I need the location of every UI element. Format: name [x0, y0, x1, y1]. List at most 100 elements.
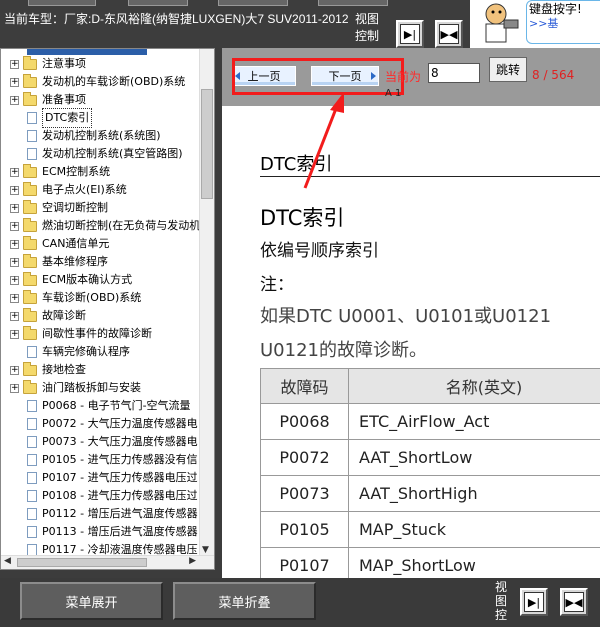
- tree-folder-item[interactable]: + ECM版本确认方式: [1, 271, 199, 289]
- dtc-name-cell: MAP_ShortLow: [348, 547, 600, 578]
- table-row: P0068 ETC_AirFlow_Act: [260, 403, 600, 440]
- tree-item-label: 车载诊断(OBD)系统: [42, 291, 142, 304]
- scroll-right-icon[interactable]: ▶: [189, 556, 196, 566]
- menu-expand-button[interactable]: 菜单展开: [20, 582, 163, 620]
- expand-plus-icon[interactable]: +: [10, 95, 19, 105]
- page-icon: [27, 508, 37, 520]
- tree-folder-item[interactable]: + 准备事项: [1, 91, 199, 109]
- tree-item-label: DTC索引: [42, 108, 93, 128]
- page-icon: [27, 130, 37, 142]
- page-icon: [27, 418, 37, 430]
- folder-icon: [23, 199, 37, 214]
- tree-page-item[interactable]: 车辆完修确认程序: [1, 343, 199, 361]
- tree-item-label: P0108 - 进气压力传感器电压过: [42, 489, 198, 502]
- view-next-button[interactable]: ▶|: [520, 588, 548, 616]
- top-tab-strip: [0, 0, 470, 6]
- tree-folder-item[interactable]: + 车载诊断(OBD)系统: [1, 289, 199, 307]
- expand-plus-icon[interactable]: +: [10, 365, 19, 375]
- tree-page-item[interactable]: P0108 - 进气压力传感器电压过: [1, 487, 199, 505]
- tree-folder-item[interactable]: + 间歇性事件的故障诊断: [1, 325, 199, 343]
- tree-page-item[interactable]: P0113 - 增压后进气温度传感器: [1, 523, 199, 541]
- expand-plus-icon[interactable]: +: [10, 329, 19, 339]
- tree-folder-item[interactable]: + ECM控制系统: [1, 163, 199, 181]
- annotation-highlight-box: [232, 58, 404, 95]
- tree-folder-item[interactable]: + 油门踏板拆卸与安装: [1, 379, 199, 397]
- doc-title: DTC索引: [260, 206, 345, 230]
- dtc-code-cell: P0072: [260, 439, 349, 476]
- goto-button[interactable]: 跳转: [489, 57, 527, 82]
- tree-folder-item[interactable]: + 空调切断控制: [1, 199, 199, 217]
- folder-icon: [23, 217, 37, 232]
- view-next-button[interactable]: ▶|: [396, 20, 424, 48]
- folder-icon: [23, 91, 37, 106]
- help-bubble: 键盘按字! >>基: [526, 0, 600, 44]
- scroll-left-icon[interactable]: ◀: [4, 556, 11, 566]
- tree-page-item[interactable]: P0107 - 进气压力传感器电压过: [1, 469, 199, 487]
- horizontal-scrollbar[interactable]: ◀ ▶: [1, 555, 214, 569]
- sidebar-tree-panel: + 注意事项 + 发动机的车载诊断(OBD)系统 + 准备事项 DTC索引 发动机控制系统(系…: [0, 48, 215, 570]
- tree-folder-item[interactable]: + 发动机的车载诊断(OBD)系统: [1, 73, 199, 91]
- tree-page-item[interactable]: 发动机控制系统(真空管路图): [1, 145, 199, 163]
- expand-plus-icon[interactable]: +: [10, 59, 19, 69]
- tree-page-item[interactable]: DTC索引: [1, 108, 199, 128]
- doc-note-label: 注：: [260, 275, 294, 295]
- tree-page-item[interactable]: P0105 - 进气压力传感器没有信: [1, 451, 199, 469]
- menu-collapse-button[interactable]: 菜单折叠: [173, 582, 316, 620]
- tree-page-item[interactable]: P0068 - 电子节气门-空气流量: [1, 397, 199, 415]
- tree-folder-item[interactable]: + 电子点火(EI)系统: [1, 181, 199, 199]
- dtc-name-cell: AAT_ShortHigh: [348, 475, 600, 512]
- expand-plus-icon[interactable]: +: [10, 77, 19, 87]
- tree-page-item[interactable]: 发动机控制系统(系统图): [1, 127, 199, 145]
- folder-icon: [23, 325, 37, 340]
- tree-item-label: 发动机的车载诊断(OBD)系统: [42, 75, 186, 88]
- tree-item-label: 故障诊断: [42, 309, 86, 322]
- tree-folder-item[interactable]: + 基本维修程序: [1, 253, 199, 271]
- folder-icon: [23, 361, 37, 376]
- doc-paragraph: 如果DTC U0001、U0101或U0121: [260, 306, 552, 327]
- expand-plus-icon[interactable]: +: [10, 221, 19, 231]
- page-icon: [27, 400, 37, 412]
- table-row: P0107 MAP_ShortLow: [260, 547, 600, 578]
- expand-plus-icon[interactable]: +: [10, 293, 19, 303]
- arrow-right-bar-icon: ▶|: [524, 592, 544, 612]
- vertical-scroll-thumb[interactable]: [201, 89, 213, 199]
- tree-item-label: ECM版本确认方式: [42, 273, 133, 286]
- tree-page-item[interactable]: P0072 - 大气压力温度传感器电: [1, 415, 199, 433]
- tree-item-label: P0107 - 进气压力传感器电压过: [42, 471, 198, 484]
- tree-item-label: P0068 - 电子节气门-空气流量: [42, 399, 191, 412]
- page-icon: [27, 454, 37, 466]
- tree-item-label: 准备事项: [42, 93, 86, 106]
- table-row: P0073 AAT_ShortHigh: [260, 475, 600, 512]
- folder-icon: [23, 253, 37, 268]
- tree-folder-item[interactable]: + 接地检查: [1, 361, 199, 379]
- tree-folder-item[interactable]: + 注意事项: [1, 55, 199, 73]
- expand-plus-icon[interactable]: +: [10, 275, 19, 285]
- expand-plus-icon[interactable]: +: [10, 203, 19, 213]
- expand-plus-icon[interactable]: +: [10, 383, 19, 393]
- dtc-name-cell: MAP_Stuck: [348, 511, 600, 548]
- tree-folder-item[interactable]: + 燃油切断控制(在无负荷与发动机: [1, 217, 199, 235]
- page-sub-label: A 1: [385, 88, 402, 99]
- expand-plus-icon[interactable]: +: [10, 257, 19, 267]
- view-split-button[interactable]: ▶◀: [560, 588, 588, 616]
- tree-folder-item[interactable]: + 故障诊断: [1, 307, 199, 325]
- page-icon: [27, 472, 37, 484]
- doc-subtitle: 依编号顺序索引: [260, 241, 379, 261]
- scroll-down-icon[interactable]: ▼: [202, 545, 209, 555]
- horizontal-scroll-thumb[interactable]: [17, 558, 147, 567]
- expand-plus-icon[interactable]: +: [10, 239, 19, 249]
- expand-plus-icon[interactable]: +: [10, 185, 19, 195]
- vertical-scrollbar[interactable]: ▼: [199, 49, 214, 557]
- expand-plus-icon[interactable]: +: [10, 167, 19, 177]
- page-number-input[interactable]: 8: [428, 63, 480, 83]
- tree-item-label: ECM控制系统: [42, 165, 111, 178]
- tree-page-item[interactable]: P0112 - 增压后进气温度传感器: [1, 505, 199, 523]
- help-link[interactable]: >>基: [529, 17, 558, 30]
- tree-item-label: 油门踏板拆卸与安装: [42, 381, 141, 394]
- tree-page-item[interactable]: P0073 - 大气压力温度传感器电: [1, 433, 199, 451]
- current-page-label: 当前为: [385, 70, 422, 84]
- tree-folder-item[interactable]: + CAN通信单元: [1, 235, 199, 253]
- view-split-button[interactable]: ▶◀: [435, 20, 463, 48]
- tree-item-label: CAN通信单元: [42, 237, 110, 250]
- expand-plus-icon[interactable]: +: [10, 311, 19, 321]
